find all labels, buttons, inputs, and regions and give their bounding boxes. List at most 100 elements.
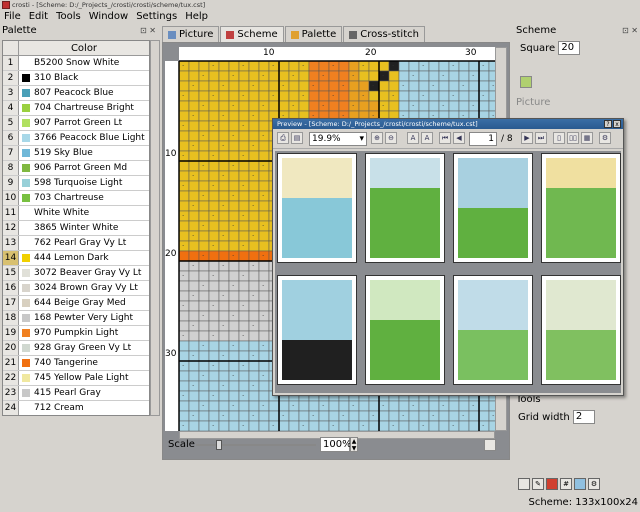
color-name-cell: 712 Cream (19, 401, 149, 415)
scale-spinner[interactable]: ▲ ▼ (350, 437, 358, 452)
page-input[interactable]: 1 (469, 132, 497, 146)
color-tool-icon[interactable] (574, 478, 586, 490)
tab-scheme[interactable]: Scheme (220, 26, 284, 42)
preview-page[interactable] (453, 275, 533, 385)
palette-row[interactable]: 7 519 Sky Blue (3, 146, 149, 161)
print-icon[interactable]: ⎙ (277, 132, 289, 144)
svg-text:·: · (192, 352, 194, 360)
zoom-select[interactable]: 19.9% ▾ (309, 132, 367, 146)
palette-row[interactable]: 17 644 Beige Gray Med (3, 296, 149, 311)
svg-text:·: · (352, 72, 354, 80)
prev-page-icon[interactable]: ◀ (453, 132, 465, 144)
palette-row[interactable]: 18 168 Pewter Very Light (3, 311, 149, 326)
preview-page[interactable] (541, 275, 621, 385)
palette-panel-title: Palette ⊡ ✕ (2, 24, 158, 37)
single-page-icon[interactable]: ▯ (553, 132, 565, 144)
menu-help[interactable]: Help (181, 10, 212, 24)
palette-row[interactable]: 6 3766 Peacock Blue Light (3, 131, 149, 146)
blank-tool-icon[interactable] (518, 478, 530, 490)
svg-text:·: · (382, 102, 384, 110)
palette-row[interactable]: 10 703 Chartreuse (3, 191, 149, 206)
tab-picture[interactable]: Picture (162, 26, 220, 42)
preview-page[interactable] (277, 275, 357, 385)
palette-row[interactable]: 13 762 Pearl Gray Vy Lt (3, 236, 149, 251)
svg-text:·: · (242, 362, 244, 370)
menu-window[interactable]: Window (85, 10, 132, 24)
settings-tool-icon[interactable]: ⚙ (588, 478, 600, 490)
next-page-icon[interactable]: ▶ (521, 132, 533, 144)
palette-row[interactable]: 11 White White (3, 206, 149, 221)
zoom-in-icon[interactable]: ⊕ (371, 132, 383, 144)
palette-row[interactable]: 20 928 Gray Green Vy Lt (3, 341, 149, 356)
palette-row[interactable]: 22 745 Yellow Pale Light (3, 371, 149, 386)
palette-row[interactable]: 16 3024 Brown Gray Vy Lt (3, 281, 149, 296)
tool-icon-bar: ✎ # ⚙ (518, 478, 602, 490)
color-column-header[interactable]: Color (19, 41, 149, 55)
menu-tools[interactable]: Tools (52, 10, 85, 24)
page-setup-icon[interactable]: ▤ (291, 132, 303, 144)
close-button[interactable]: x (613, 120, 621, 128)
grid-tool-icon[interactable]: # (560, 478, 572, 490)
fit-width-icon[interactable]: A (407, 132, 419, 144)
color-swatch (22, 89, 30, 97)
facing-pages-icon[interactable]: ▯▯ (567, 132, 579, 144)
tab-cross-stitch[interactable]: Cross-stitch (343, 26, 425, 42)
palette-row[interactable]: 3 807 Peacock Blue (3, 86, 149, 101)
palette-row[interactable]: 9 598 Turquoise Light (3, 176, 149, 191)
scale-input[interactable]: 100% (320, 437, 352, 452)
palette-row[interactable]: 4 704 Chartreuse Bright (3, 101, 149, 116)
menu-edit[interactable]: Edit (25, 10, 52, 24)
zoom-out-icon[interactable]: ⊖ (385, 132, 397, 144)
palette-row[interactable]: 19 970 Pumpkin Light (3, 326, 149, 341)
svg-text:·: · (412, 402, 414, 410)
panel-float-close-icon[interactable]: ⊡ ✕ (622, 24, 638, 37)
svg-text:·: · (242, 302, 244, 310)
tab-palette[interactable]: Palette (284, 26, 343, 42)
row-number-header (3, 41, 19, 55)
palette-row[interactable]: 14 444 Lemon Dark (3, 251, 149, 266)
grid-width-input[interactable]: 2 (572, 410, 595, 424)
palette-scrollbar[interactable] (150, 40, 160, 416)
page-setup-dialog-icon[interactable]: ⚙ (599, 132, 611, 144)
panel-float-close-icon[interactable]: ⊡ ✕ (140, 24, 156, 37)
square-input[interactable]: 20 (558, 41, 581, 55)
fill-tool-icon[interactable] (546, 478, 558, 490)
palette-row[interactable]: 23 415 Pearl Gray (3, 386, 149, 401)
last-page-icon[interactable]: ⏭ (535, 132, 547, 144)
row-number: 22 (3, 371, 19, 385)
palette-row[interactable]: 15 3072 Beaver Gray Vy Lt (3, 266, 149, 281)
palette-row[interactable]: 5 907 Parrot Green Lt (3, 116, 149, 131)
color-swatch (22, 59, 30, 67)
preview-page[interactable] (277, 153, 357, 263)
fit-button[interactable] (484, 439, 496, 451)
preview-page[interactable] (365, 153, 445, 263)
chevron-down-icon[interactable]: ▾ (359, 133, 364, 145)
palette-row[interactable]: 8 906 Parrot Green Md (3, 161, 149, 176)
svg-text:·: · (182, 92, 184, 100)
preview-page[interactable] (453, 153, 533, 263)
scheme-color-icon[interactable] (520, 76, 532, 88)
palette-row[interactable]: 2 310 Black (3, 71, 149, 86)
pen-tool-icon[interactable]: ✎ (532, 478, 544, 490)
first-page-icon[interactable]: ⏮ (439, 132, 451, 144)
scale-slider[interactable] (196, 440, 316, 450)
fit-page-icon[interactable]: A (421, 132, 433, 144)
palette-row[interactable]: 12 3865 Winter White (3, 221, 149, 236)
svg-text:·: · (462, 412, 464, 420)
scale-slider-thumb[interactable] (216, 440, 222, 450)
svg-text:·: · (252, 322, 254, 330)
palette-row[interactable]: 24 712 Cream (3, 401, 149, 415)
preview-page[interactable] (365, 275, 445, 385)
menu-file[interactable]: File (0, 10, 25, 24)
svg-text:·: · (482, 92, 484, 100)
all-pages-icon[interactable]: ▦ (581, 132, 593, 144)
svg-text:·: · (262, 342, 264, 350)
menu-settings[interactable]: Settings (132, 10, 181, 24)
svg-text:·: · (182, 302, 184, 310)
preview-page[interactable] (541, 153, 621, 263)
scale-label: Scale (168, 439, 195, 450)
palette-row[interactable]: 21 740 Tangerine (3, 356, 149, 371)
svg-text:·: · (252, 112, 254, 120)
palette-row[interactable]: 1 B5200 Snow White (3, 56, 149, 71)
help-button[interactable]: ? (604, 120, 612, 128)
